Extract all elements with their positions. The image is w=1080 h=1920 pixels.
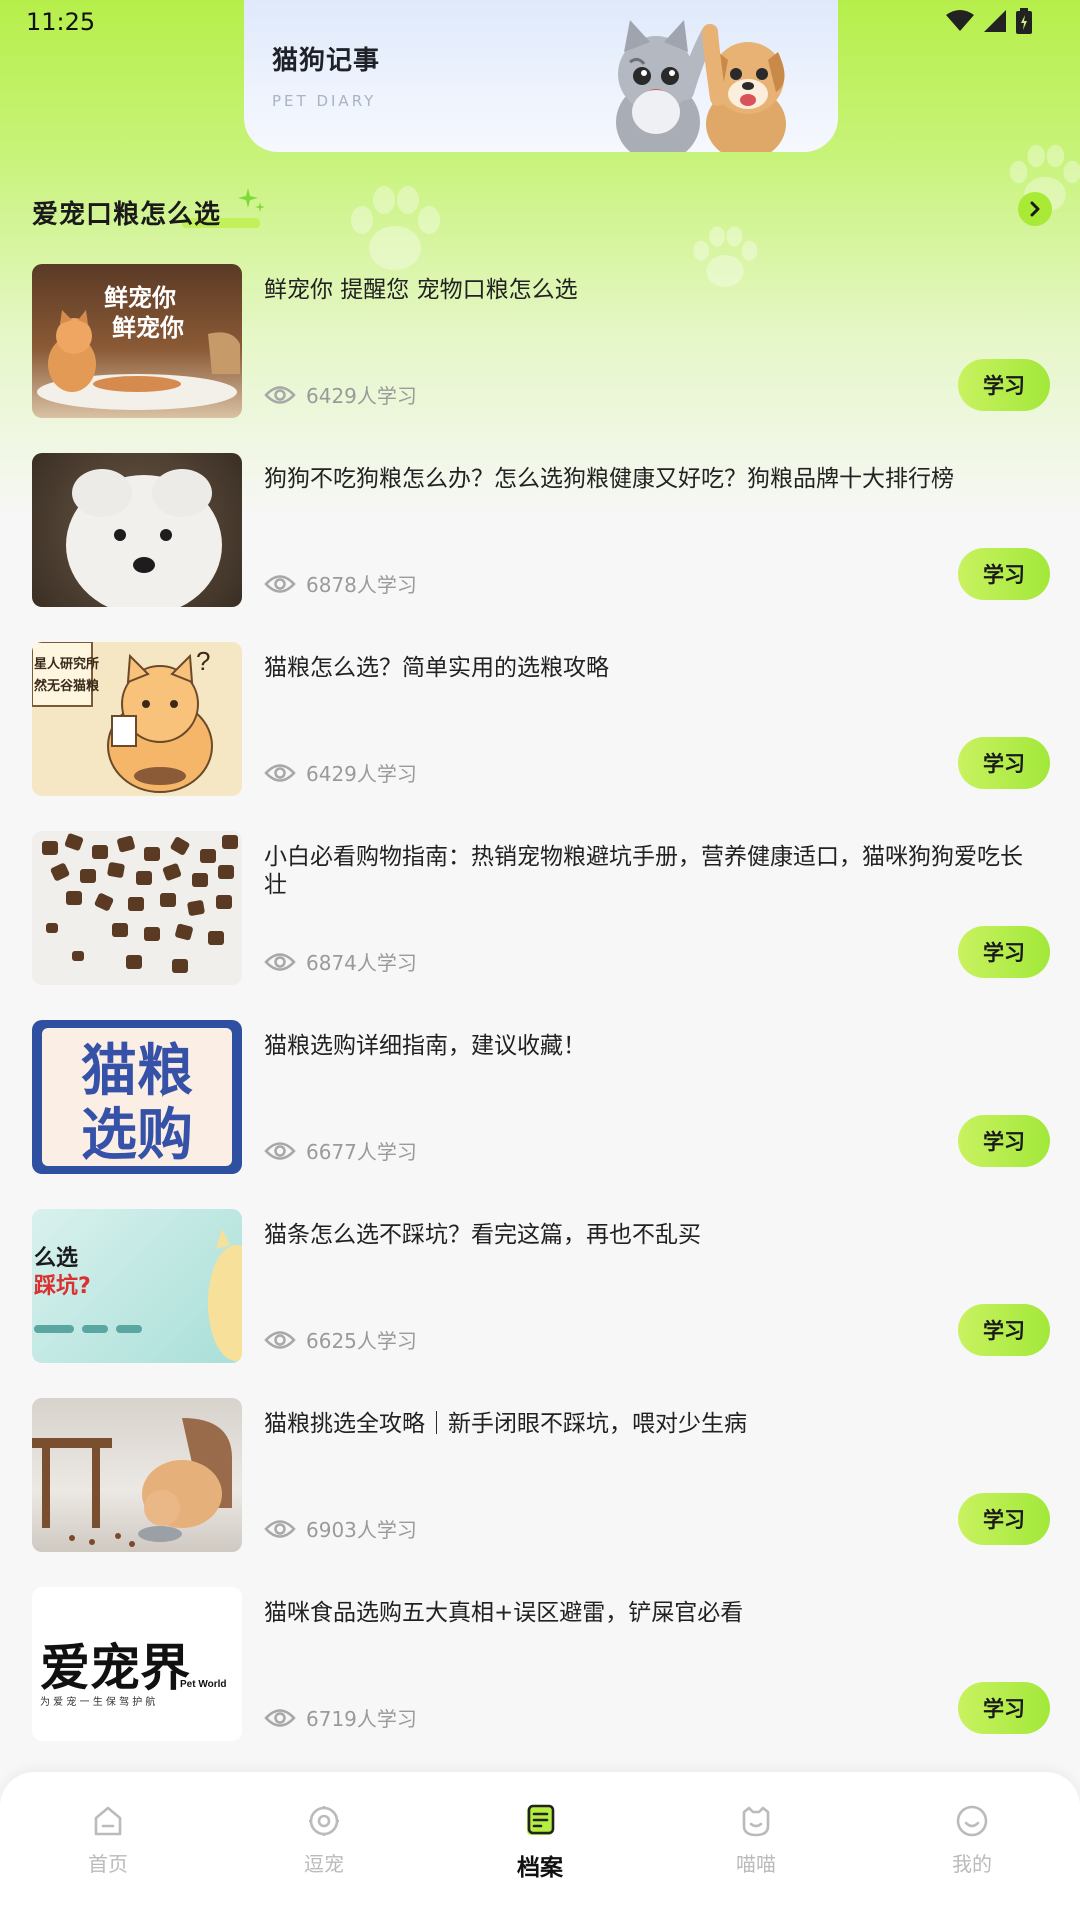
article-title[interactable]: 猫条怎么选不踩坑？看完这篇，再也不乱买 — [264, 1221, 1044, 1249]
eye-icon — [264, 1141, 296, 1160]
list-item[interactable]: 星人研究所 然无谷猫粮 ? 猫粮怎么选？简单实用的选粮攻略 6429人学习 学习 — [0, 640, 1080, 829]
battery-icon — [1016, 8, 1032, 34]
tab-play[interactable]: 逗宠 — [264, 1804, 384, 1877]
article-thumbnail — [32, 453, 242, 607]
view-count: 6719人学习 — [306, 1707, 417, 1731]
article-thumbnail: 猫粮 选购 — [32, 1020, 242, 1174]
thumb-caption: 星人研究所 — [34, 656, 99, 671]
learn-button[interactable]: 学习 — [958, 926, 1050, 978]
learn-button[interactable]: 学习 — [958, 548, 1050, 600]
thumb-caption: 爱宠界 — [40, 1639, 190, 1697]
tab-archive[interactable]: 档案 — [480, 1804, 600, 1882]
status-icons — [946, 8, 1032, 34]
article-list: 鲜宠你 鲜宠你 鲜宠你 提醒您 宠物口粮怎么选 6429人学习 学习 狗狗不吃狗… — [0, 262, 1080, 1774]
view-count: 6903人学习 — [306, 1518, 417, 1542]
article-thumbnail: 么选 踩坑? — [32, 1209, 242, 1363]
article-title[interactable]: 猫粮挑选全攻略｜新手闭眼不踩坑，喂对少生病 — [264, 1410, 1044, 1438]
tab-cat[interactable]: 喵喵 — [696, 1804, 816, 1877]
view-count: 6429人学习 — [306, 762, 417, 786]
article-title[interactable]: 猫粮选购详细指南，建议收藏！ — [264, 1032, 1044, 1060]
article-thumbnail — [32, 1398, 242, 1552]
thumb-caption: 踩坑? — [34, 1273, 91, 1299]
pet-diary-banner[interactable]: 猫狗记事 PET DIARY — [244, 0, 838, 152]
wifi-icon — [946, 10, 974, 31]
eye-icon — [264, 385, 296, 404]
article-thumbnail: 爱宠界 Pet World 为 爱 宠 一 生 保 驾 护 航 — [32, 1587, 242, 1741]
profile-icon — [956, 1805, 988, 1837]
svg-text:?: ? — [196, 646, 210, 676]
archive-icon — [527, 1804, 555, 1835]
sparkle-icon — [238, 188, 265, 212]
thumb-caption: 选购 — [81, 1103, 193, 1168]
article-thumbnail: 星人研究所 然无谷猫粮 ? — [32, 642, 242, 796]
section-title: 爱宠口粮怎么选 — [32, 200, 222, 230]
view-count: 6878人学习 — [306, 573, 417, 597]
list-item[interactable]: 猫粮 选购 猫粮选购详细指南，建议收藏！ 6677人学习 学习 — [0, 1018, 1080, 1207]
eye-icon — [264, 952, 296, 971]
banner-title: 猫狗记事 — [272, 46, 381, 76]
signal-icon — [984, 10, 1006, 32]
thumb-caption: 然无谷猫粮 — [34, 678, 100, 693]
tab-label: 档案 — [517, 1855, 563, 1881]
article-meta: 6878人学习 — [264, 569, 417, 598]
learn-button[interactable]: 学习 — [958, 1682, 1050, 1734]
learn-button[interactable]: 学习 — [958, 737, 1050, 789]
tab-label: 首页 — [88, 1852, 128, 1876]
learn-button[interactable]: 学习 — [958, 1304, 1050, 1356]
list-item[interactable]: 爱宠界 Pet World 为 爱 宠 一 生 保 驾 护 航 猫咪食品选购五大… — [0, 1585, 1080, 1774]
status-time: 11:25 — [26, 8, 96, 36]
article-meta: 6719人学习 — [264, 1703, 417, 1732]
cat-dog-illustration-icon — [616, 20, 786, 152]
cat-icon — [742, 1806, 770, 1837]
play-icon — [309, 1806, 339, 1836]
thumb-caption: Pet World — [180, 1679, 226, 1690]
thumb-caption: 为 爱 宠 一 生 保 驾 护 航 — [40, 1695, 155, 1708]
bottom-tab-bar: 首页 逗宠 档案 喵喵 我的 — [0, 1772, 1080, 1920]
article-title[interactable]: 小白必看购物指南：热销宠物粮避坑手册，营养健康适口，猫咪狗狗爱吃长壮 — [264, 843, 1044, 899]
learn-button[interactable]: 学习 — [958, 1493, 1050, 1545]
article-meta: 6429人学习 — [264, 380, 417, 409]
view-count: 6677人学习 — [306, 1140, 417, 1164]
list-item[interactable]: 狗狗不吃狗粮怎么办？怎么选狗粮健康又好吃？狗粮品牌十大排行榜 6878人学习 学… — [0, 451, 1080, 640]
tab-label: 我的 — [952, 1852, 992, 1876]
list-item[interactable]: 猫粮挑选全攻略｜新手闭眼不踩坑，喂对少生病 6903人学习 学习 — [0, 1396, 1080, 1585]
eye-icon — [264, 1708, 296, 1727]
view-count: 6874人学习 — [306, 951, 417, 975]
article-thumbnail — [32, 831, 242, 985]
eye-icon — [264, 763, 296, 782]
section-more-button[interactable] — [1018, 192, 1052, 226]
tab-home[interactable]: 首页 — [48, 1804, 168, 1877]
article-meta: 6874人学习 — [264, 947, 417, 976]
home-icon — [94, 1806, 122, 1836]
chevron-right-icon — [1030, 201, 1040, 217]
article-title[interactable]: 猫粮怎么选？简单实用的选粮攻略 — [264, 654, 1044, 682]
article-title[interactable]: 猫咪食品选购五大真相+误区避雷，铲屎官必看 — [264, 1599, 1044, 1627]
thumb-caption: 鲜宠你 — [112, 314, 184, 342]
eye-icon — [264, 1330, 296, 1349]
thumb-caption: 鲜宠你 — [104, 284, 176, 312]
article-thumbnail: 鲜宠你 鲜宠你 — [32, 264, 242, 418]
list-item[interactable]: 么选 踩坑? 猫条怎么选不踩坑？看完这篇，再也不乱买 6625人学习 学习 — [0, 1207, 1080, 1396]
view-count: 6625人学习 — [306, 1329, 417, 1353]
article-title[interactable]: 鲜宠你 提醒您 宠物口粮怎么选 — [264, 276, 1044, 304]
thumb-caption: 猫粮 — [81, 1039, 193, 1104]
thumb-caption: 么选 — [34, 1246, 78, 1271]
section-header: 爱宠口粮怎么选 — [32, 186, 1052, 236]
learn-button[interactable]: 学习 — [958, 1115, 1050, 1167]
article-meta: 6677人学习 — [264, 1136, 417, 1165]
tab-label: 喵喵 — [736, 1852, 776, 1876]
eye-icon — [264, 1519, 296, 1538]
view-count: 6429人学习 — [306, 384, 417, 408]
tab-label: 逗宠 — [304, 1852, 344, 1876]
tab-profile[interactable]: 我的 — [912, 1804, 1032, 1877]
article-title[interactable]: 狗狗不吃狗粮怎么办？怎么选狗粮健康又好吃？狗粮品牌十大排行榜 — [264, 465, 1044, 493]
learn-button[interactable]: 学习 — [958, 359, 1050, 411]
eye-icon — [264, 574, 296, 593]
article-meta: 6903人学习 — [264, 1514, 417, 1543]
article-meta: 6429人学习 — [264, 758, 417, 787]
list-item[interactable]: 鲜宠你 鲜宠你 鲜宠你 提醒您 宠物口粮怎么选 6429人学习 学习 — [0, 262, 1080, 451]
article-meta: 6625人学习 — [264, 1325, 417, 1354]
banner-subtitle: PET DIARY — [272, 92, 377, 110]
list-item[interactable]: 小白必看购物指南：热销宠物粮避坑手册，营养健康适口，猫咪狗狗爱吃长壮 6874人… — [0, 829, 1080, 1018]
